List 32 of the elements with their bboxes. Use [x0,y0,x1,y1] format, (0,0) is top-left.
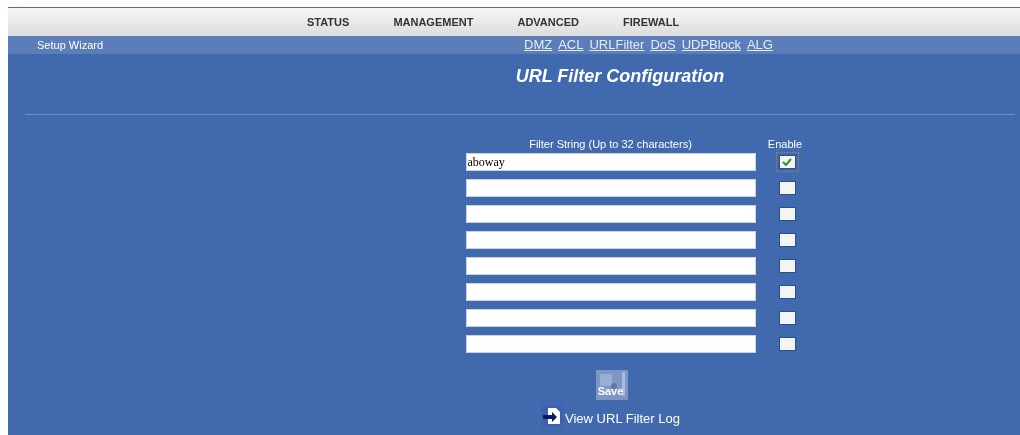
save-button[interactable]: Save [593,370,628,400]
enable-checkbox[interactable] [778,207,796,221]
menu-tab[interactable]: STATUS [307,13,350,31]
submenu-link[interactable]: ALG [746,35,773,55]
page-title: URL Filter Configuration [515,65,725,88]
submenu-link[interactable]: URLFilter [589,35,645,55]
filter-string-field[interactable] [465,309,756,327]
filter-string-field[interactable] [465,205,756,223]
filter-string-field[interactable] [465,283,756,301]
setup-wizard-link[interactable]: Setup Wizard [8,36,518,54]
view-log-link[interactable]: View URL Filter Log [541,406,680,432]
menu-tab[interactable]: ADVANCED [517,13,579,31]
filter-string-field[interactable] [465,257,756,275]
enable-checkbox[interactable] [778,259,796,273]
enable-checkbox[interactable] [778,311,796,325]
enable-checkbox[interactable] [778,285,796,299]
submenu-link[interactable]: DoS [650,35,676,55]
enable-checkbox[interactable] [778,155,796,169]
filter-string-field[interactable] [465,335,756,353]
enable-checkbox[interactable] [778,181,796,195]
filter-string-field[interactable] [465,179,756,197]
menu-tab[interactable]: MANAGEMENT [393,13,474,31]
column-header: Filter String (Up to 32 characters) [528,137,693,150]
filter-string-field[interactable]: aboway [465,153,756,171]
enable-checkbox[interactable] [778,337,796,351]
column-header: Enable [766,137,804,150]
submenu-link[interactable]: DMZ [524,35,553,55]
enable-checkbox[interactable] [778,233,796,247]
menu-tab[interactable]: FIREWALL [622,13,680,31]
submenu-link[interactable]: ACL [558,35,584,55]
submenu-link[interactable]: UDPBlock [681,35,741,55]
filter-string-field[interactable] [465,231,756,249]
